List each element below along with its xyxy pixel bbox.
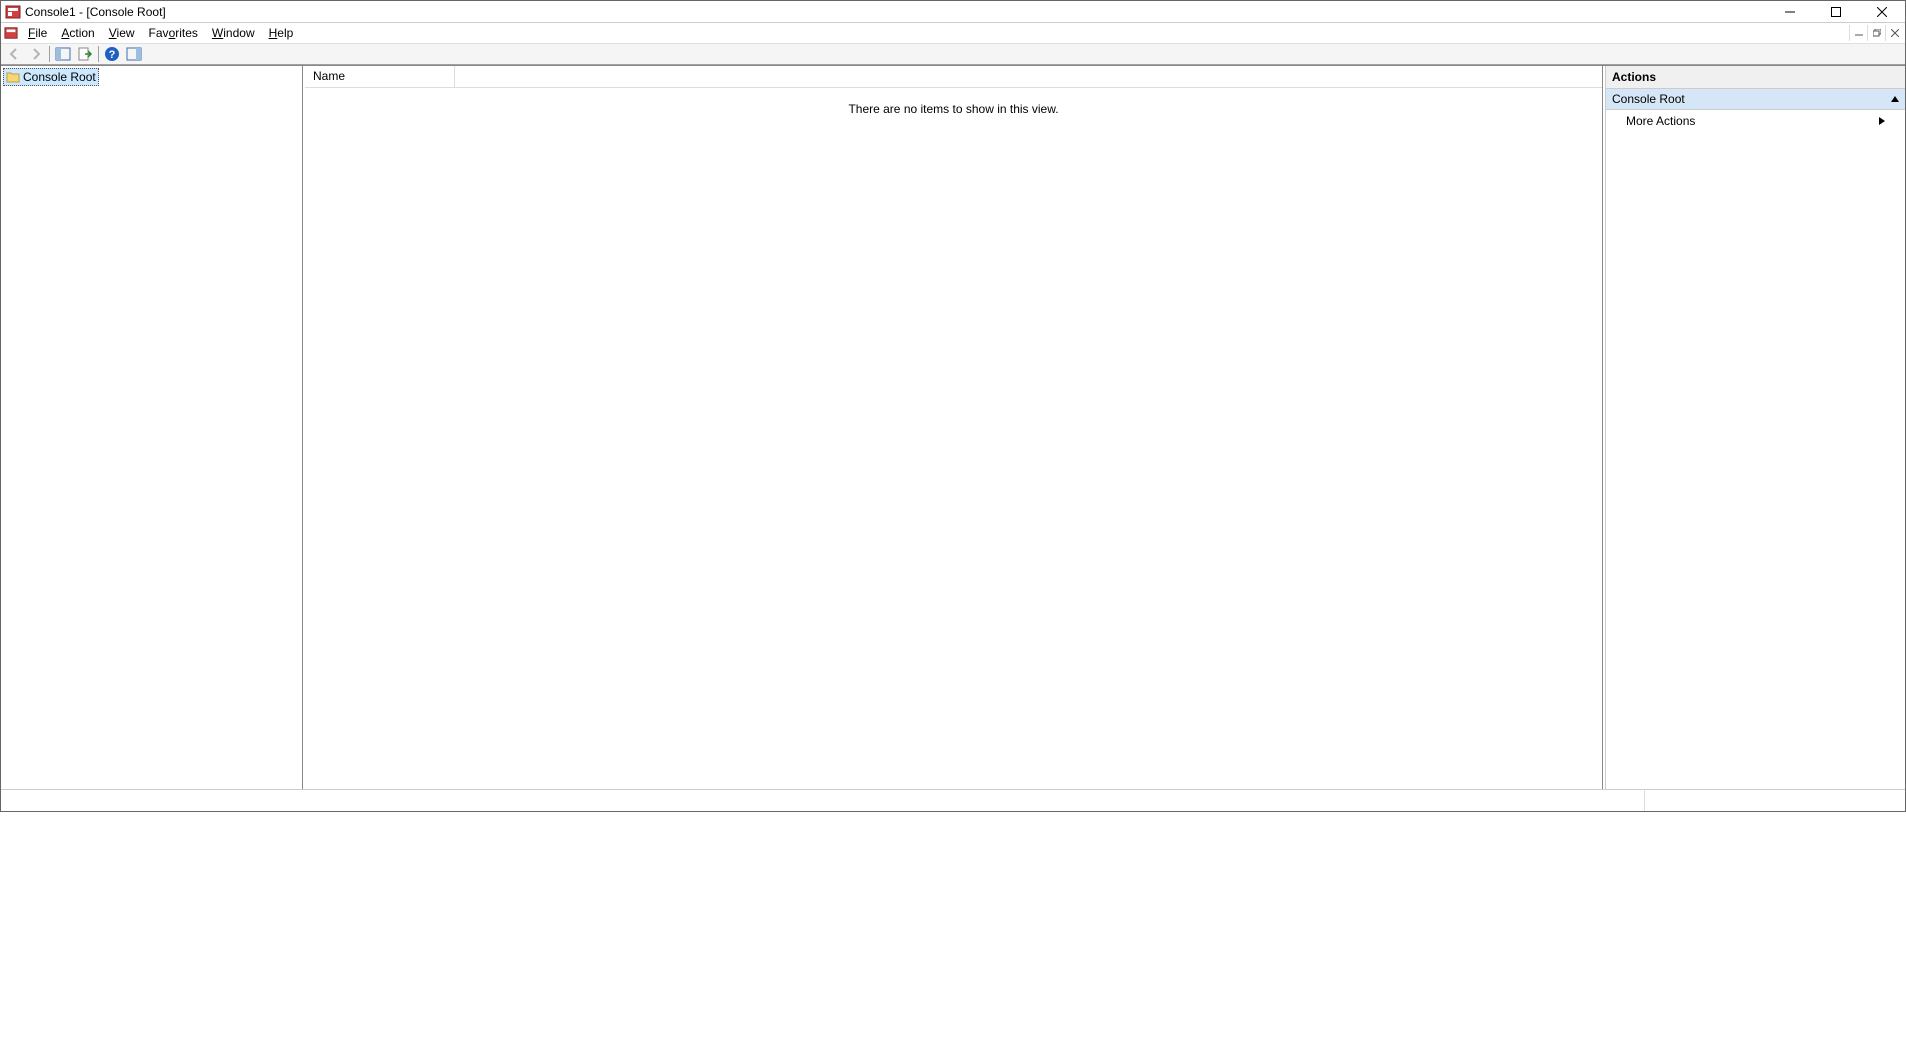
mdi-restore-button[interactable] bbox=[1867, 25, 1885, 41]
document-icon bbox=[3, 25, 19, 41]
status-cell bbox=[1645, 790, 1905, 811]
minimize-button[interactable] bbox=[1767, 1, 1813, 23]
list-header-row: Name bbox=[305, 66, 1602, 88]
collapse-icon bbox=[1891, 96, 1899, 102]
forward-button[interactable] bbox=[25, 44, 47, 64]
submenu-arrow-icon bbox=[1879, 117, 1885, 125]
close-button[interactable] bbox=[1859, 1, 1905, 23]
actions-section-header[interactable]: Console Root bbox=[1606, 89, 1905, 110]
menu-view[interactable]: View bbox=[102, 24, 142, 42]
toolbar: ? bbox=[1, 43, 1905, 65]
export-list-button[interactable] bbox=[74, 44, 96, 64]
menu-help[interactable]: Help bbox=[262, 24, 301, 42]
folder-icon bbox=[6, 70, 20, 84]
svg-text:?: ? bbox=[109, 49, 116, 61]
show-hide-tree-button[interactable] bbox=[52, 44, 74, 64]
help-button[interactable]: ? bbox=[101, 44, 123, 64]
console-tree-pane[interactable]: Console Root bbox=[1, 66, 303, 789]
tree-item-label: Console Root bbox=[23, 70, 96, 84]
mdi-close-button[interactable] bbox=[1885, 25, 1903, 41]
menu-file[interactable]: File bbox=[21, 24, 54, 42]
menu-action[interactable]: Action bbox=[54, 24, 101, 42]
title-bar: Console1 - [Console Root] bbox=[1, 1, 1905, 23]
main-body: Console Root Name There are no items to … bbox=[1, 65, 1905, 789]
back-button[interactable] bbox=[3, 44, 25, 64]
toolbar-separator bbox=[98, 46, 99, 62]
actions-pane-title: Actions bbox=[1606, 66, 1905, 89]
maximize-button[interactable] bbox=[1813, 1, 1859, 23]
more-actions-label: More Actions bbox=[1626, 114, 1695, 128]
menu-bar: File Action View Favorites Window Help bbox=[1, 23, 1905, 43]
mdi-minimize-button[interactable] bbox=[1849, 25, 1867, 41]
show-hide-action-pane-button[interactable] bbox=[123, 44, 145, 64]
menu-window[interactable]: Window bbox=[205, 24, 262, 42]
mmc-window: Console1 - [Console Root] File Action Vi… bbox=[0, 0, 1906, 812]
column-header-name[interactable]: Name bbox=[305, 66, 455, 87]
toolbar-separator bbox=[49, 46, 50, 62]
menu-favorites[interactable]: Favorites bbox=[142, 24, 205, 42]
status-bar bbox=[1, 789, 1905, 811]
app-icon bbox=[5, 4, 21, 20]
status-cell bbox=[1, 790, 1645, 811]
actions-pane: Actions Console Root More Actions bbox=[1605, 66, 1905, 789]
window-title: Console1 - [Console Root] bbox=[25, 5, 166, 19]
more-actions-item[interactable]: More Actions bbox=[1606, 110, 1905, 132]
actions-section-label: Console Root bbox=[1612, 92, 1685, 106]
empty-list-message: There are no items to show in this view. bbox=[305, 102, 1602, 116]
results-pane[interactable]: Name There are no items to show in this … bbox=[305, 66, 1603, 789]
tree-item-console-root[interactable]: Console Root bbox=[3, 68, 99, 86]
